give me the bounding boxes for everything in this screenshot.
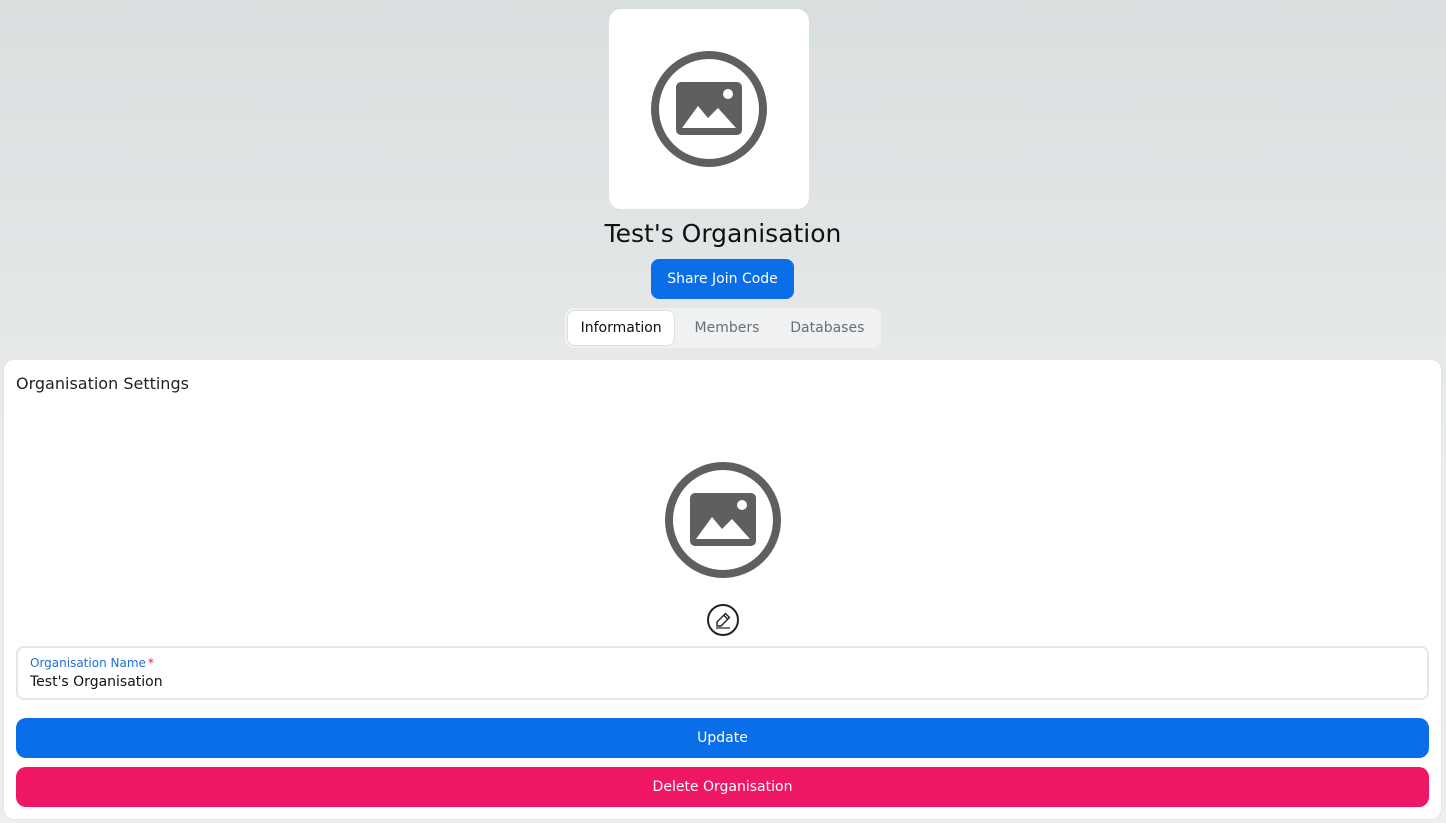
- settings-title: Organisation Settings: [16, 374, 189, 393]
- edit-logo-button[interactable]: [707, 604, 739, 636]
- tab-information[interactable]: Information: [568, 311, 675, 345]
- pencil-icon: [716, 612, 731, 629]
- image-placeholder-icon: [651, 51, 767, 167]
- organisation-title: Test's Organisation: [604, 219, 842, 248]
- organisation-name-input[interactable]: [30, 674, 1410, 690]
- tab-databases[interactable]: Databases: [777, 311, 878, 345]
- required-marker: *: [147, 656, 154, 670]
- organisation-name-field: Organisation Name *: [16, 646, 1429, 700]
- organisation-name-label: Organisation Name *: [30, 656, 154, 670]
- share-join-code-button[interactable]: Share Join Code: [651, 259, 794, 299]
- image-placeholder-icon: [665, 462, 781, 578]
- organisation-logo-card: [609, 9, 809, 209]
- organisation-settings-panel: Organisation Settings Organisation Name *…: [4, 360, 1441, 819]
- delete-organisation-button[interactable]: Delete Organisation: [16, 767, 1429, 807]
- update-button[interactable]: Update: [16, 718, 1429, 758]
- tab-bar: Information Members Databases: [565, 308, 881, 348]
- tab-members[interactable]: Members: [677, 311, 776, 345]
